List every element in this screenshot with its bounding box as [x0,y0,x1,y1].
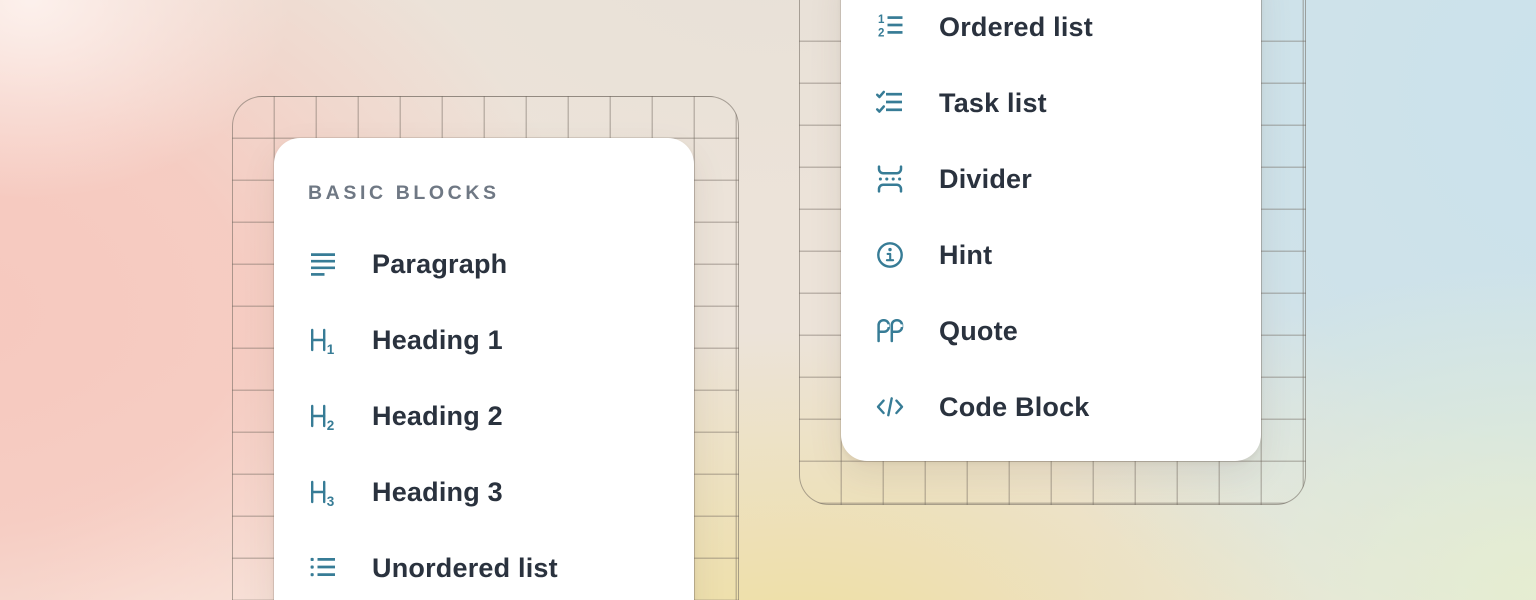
menu-item-paragraph[interactable]: Paragraph [274,226,694,302]
heading-3-icon: 3 [308,477,338,507]
block-menu-continued: 12 Ordered list Task list Divider Hint Quote C… [841,0,1261,461]
quote-icon [875,316,905,346]
svg-text:2: 2 [878,27,884,39]
block-menu-basic: BASIC BLOCKS Paragraph 1 Heading 1 2 Heading… [274,138,694,600]
menu-item-divider[interactable]: Divider [841,141,1261,217]
more-blocks-list: 12 Ordered list Task list Divider Hint Quote C… [841,0,1261,445]
unordered-list-icon [308,553,338,583]
menu-item-code-block[interactable]: Code Block [841,369,1261,445]
menu-item-label: Paragraph [372,249,507,280]
menu-item-label: Quote [939,316,1018,347]
menu-item-label: Unordered list [372,553,558,584]
svg-text:3: 3 [327,494,335,507]
paragraph-icon [308,249,338,279]
menu-item-heading-3[interactable]: 3 Heading 3 [274,454,694,530]
heading-1-icon: 1 [308,325,338,355]
divider-icon [875,164,905,194]
heading-2-icon: 2 [308,401,338,431]
menu-item-label: Heading 2 [372,401,503,432]
menu-item-label: Task list [939,88,1047,119]
code-block-icon [875,392,905,422]
menu-item-heading-2[interactable]: 2 Heading 2 [274,378,694,454]
menu-item-label: Heading 3 [372,477,503,508]
menu-item-label: Hint [939,240,992,271]
menu-item-label: Code Block [939,392,1090,423]
editor-background: BASIC BLOCKS Paragraph 1 Heading 1 2 Heading… [0,0,1536,600]
menu-item-label: Heading 1 [372,325,503,356]
menu-item-quote[interactable]: Quote [841,293,1261,369]
basic-blocks-list: Paragraph 1 Heading 1 2 Heading 2 3 Heading 3 U… [274,226,694,600]
menu-item-label: Ordered list [939,12,1093,43]
ordered-list-icon: 12 [875,12,905,42]
menu-item-unordered-list[interactable]: Unordered list [274,530,694,600]
menu-item-hint[interactable]: Hint [841,217,1261,293]
menu-item-ordered-list[interactable]: 12 Ordered list [841,0,1261,65]
menu-item-task-list[interactable]: Task list [841,65,1261,141]
menu-item-heading-1[interactable]: 1 Heading 1 [274,302,694,378]
basic-blocks-header: BASIC BLOCKS [308,181,694,205]
task-list-icon [875,88,905,118]
hint-icon [875,240,905,270]
svg-text:2: 2 [327,418,335,431]
menu-item-label: Divider [939,164,1032,195]
svg-text:1: 1 [327,342,335,355]
svg-text:1: 1 [878,14,885,26]
